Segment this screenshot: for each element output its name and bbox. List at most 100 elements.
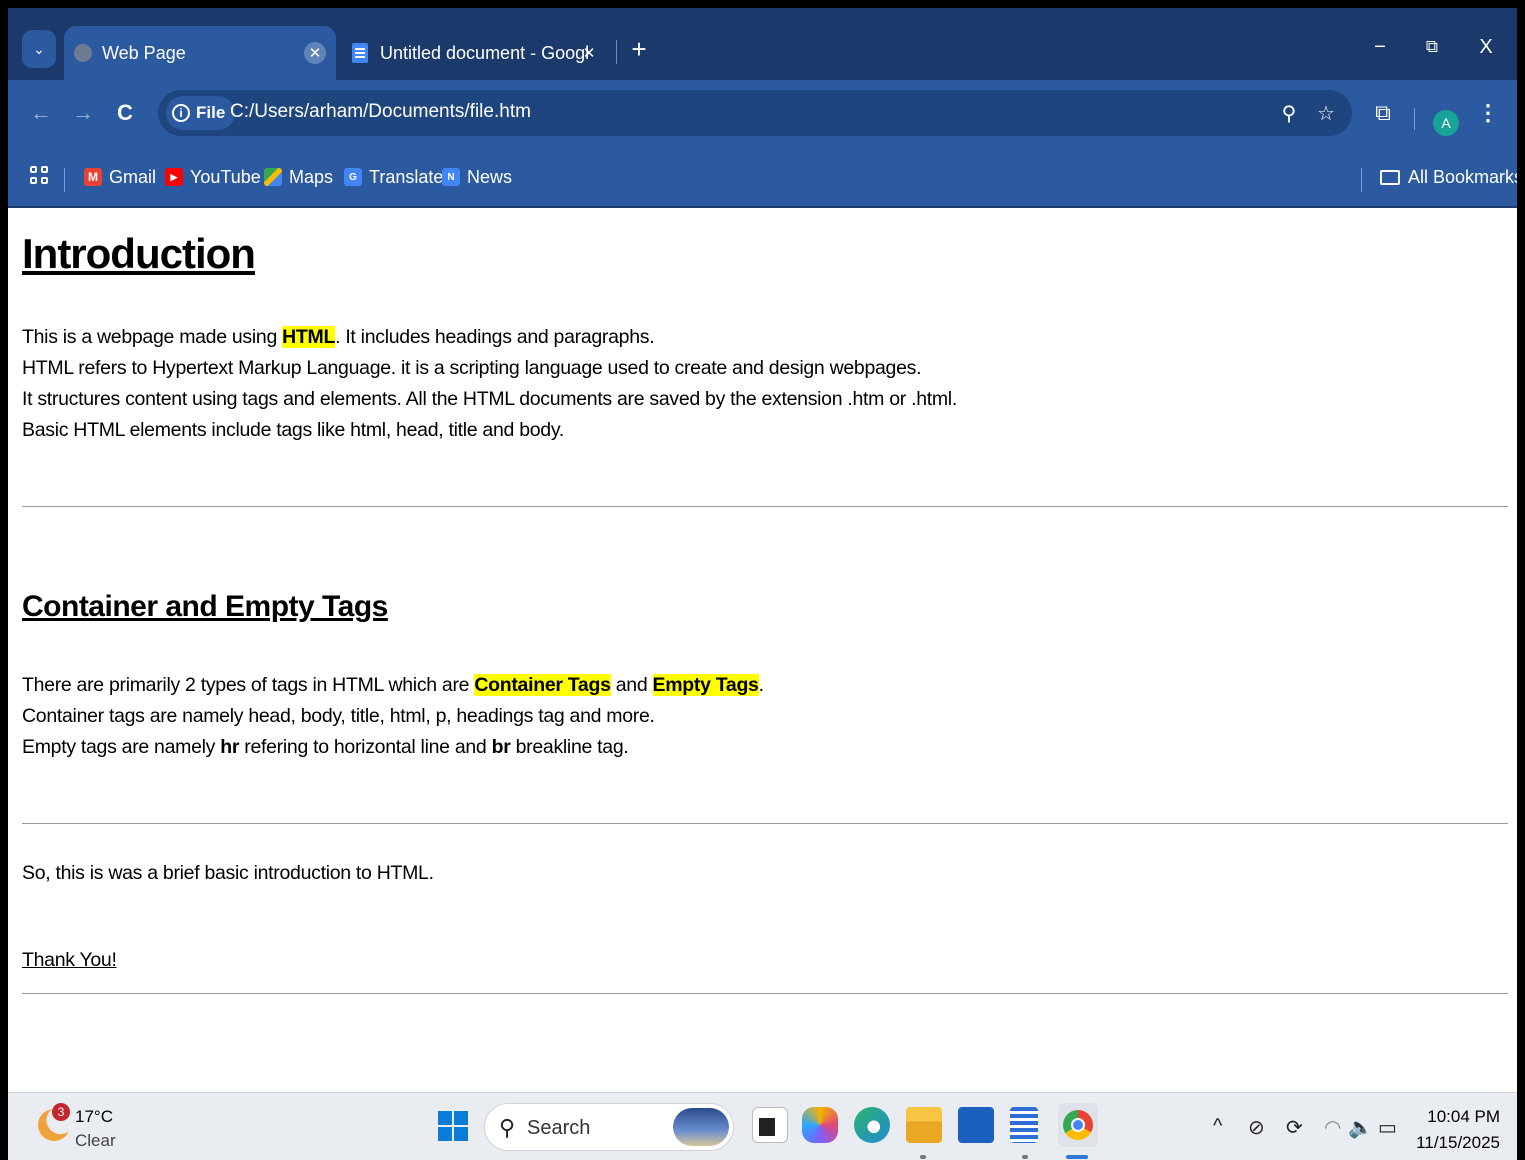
maps-icon (264, 168, 282, 186)
url-text[interactable]: C:/Users/arham/Documents/file.htm (230, 101, 531, 123)
phone-link-icon[interactable]: ⟳ (1286, 1115, 1303, 1140)
horizontal-rule (22, 823, 1508, 824)
running-indicator (920, 1155, 926, 1159)
clock-date[interactable]: 11/15/2025 (1408, 1133, 1500, 1153)
bookmark-youtube[interactable]: ▶ YouTube (165, 164, 261, 190)
closing-paragraph: So, this is was a brief basic introducti… (22, 862, 434, 884)
search-highlight-image (673, 1108, 729, 1146)
bookmark-label: YouTube (190, 166, 261, 187)
reload-button[interactable]: C (108, 96, 142, 130)
search-label: Search (527, 1117, 591, 1139)
tags-line-2: Container tags are namely head, body, ti… (22, 705, 655, 727)
microsoft-store-icon[interactable] (958, 1107, 994, 1143)
close-tab-icon[interactable]: ✕ (304, 42, 326, 64)
horizontal-rule (22, 993, 1508, 994)
gmail-icon: M (84, 168, 102, 186)
intro-line-2: HTML refers to Hypertext Markup Language… (22, 357, 922, 379)
minimize-button[interactable]: − (1360, 32, 1400, 62)
weather-badge: 3 (52, 1103, 70, 1121)
battery-icon[interactable]: ▭ (1378, 1115, 1397, 1140)
windows-taskbar: 3 17°C Clear ⚲ Search ^ ⊘ ⟳ ◠ 🔈 ▭ 10:04 … (8, 1092, 1517, 1160)
extensions-icon[interactable]: ⧉ (1366, 96, 1400, 130)
bookmark-gmail[interactable]: M Gmail (84, 164, 156, 190)
br-bold: br (491, 736, 511, 758)
bookmark-star-icon[interactable]: ☆ (1313, 100, 1339, 126)
tags-line-3: Empty tags are namely hr refering to hor… (22, 732, 764, 763)
notepad-icon[interactable] (1010, 1107, 1038, 1143)
text: . (758, 674, 764, 696)
container-tags-highlight: Container Tags (474, 674, 611, 696)
tab-divider (616, 40, 617, 64)
search-icon: ⚲ (499, 1115, 516, 1140)
tab-google-docs[interactable]: Untitled document - Google Do ✕ (342, 26, 612, 80)
file-explorer-icon[interactable] (906, 1107, 942, 1143)
toolbar-divider (1414, 108, 1415, 130)
apps-grid-icon[interactable] (30, 166, 50, 186)
site-info-chip[interactable]: i File (166, 96, 236, 130)
horizontal-rule (22, 506, 1508, 507)
intro-line-4: Basic HTML elements include tags like ht… (22, 419, 564, 441)
close-tab-icon[interactable]: ✕ (578, 42, 600, 64)
text: There are primarily 2 types of tags in H… (22, 674, 475, 696)
bookmark-label: News (467, 166, 513, 187)
volume-icon[interactable]: 🔈 (1348, 1115, 1373, 1140)
browser-toolbar: ← → C i File C:/Users/arham/Documents/fi… (8, 80, 1517, 146)
hr-bold: hr (220, 736, 240, 758)
all-bookmarks-label: All Bookmarks (1408, 166, 1517, 187)
bookmark-label: Maps (289, 166, 334, 187)
running-indicator (1022, 1155, 1028, 1159)
tab-strip: ⌄ Web Page ✕ Untitled document - Google … (8, 8, 1517, 80)
restore-button[interactable]: ⧉ (1412, 32, 1452, 62)
zoom-icon[interactable]: ⚲ (1276, 100, 1302, 126)
back-button[interactable]: ← (24, 96, 58, 130)
weather-condition[interactable]: Clear (75, 1131, 116, 1151)
active-indicator (1066, 1155, 1088, 1159)
profile-avatar[interactable]: A (1433, 110, 1459, 136)
intro-line-3: It structures content using tags and ele… (22, 388, 957, 410)
close-window-button[interactable]: X (1466, 32, 1506, 62)
wifi-icon[interactable]: ◠ (1324, 1115, 1341, 1140)
tags-paragraph: There are primarily 2 types of tags in H… (22, 670, 764, 763)
all-bookmarks-button[interactable]: All Bookmarks (1380, 164, 1517, 190)
sync-off-icon[interactable]: ⊘ (1248, 1115, 1265, 1140)
show-hidden-icons[interactable]: ^ (1213, 1115, 1222, 1138)
heading-introduction: Introduction (22, 230, 256, 277)
globe-icon (74, 44, 92, 62)
folder-icon (1380, 169, 1400, 185)
forward-button[interactable]: → (66, 96, 100, 130)
text: This is a webpage made using (22, 326, 283, 348)
bookmarks-divider (64, 168, 65, 192)
windows-start-icon[interactable] (438, 1111, 468, 1141)
text: . It includes headings and paragraphs. (335, 326, 655, 348)
browser-window: ⌄ Web Page ✕ Untitled document - Google … (8, 8, 1517, 1160)
tab-label: Web Page (102, 42, 186, 63)
bookmark-translate[interactable]: G Translate (344, 164, 443, 190)
thank-you-text: Thank You! (22, 949, 117, 971)
bookmark-news[interactable]: N News (442, 164, 512, 190)
new-tab-button[interactable]: + (624, 34, 654, 64)
menu-icon[interactable]: ⋮ (1471, 96, 1505, 130)
task-view-icon[interactable] (752, 1107, 788, 1143)
tab-search-button[interactable]: ⌄ (22, 30, 56, 68)
bookmark-label: Gmail (109, 166, 157, 187)
bookmark-maps[interactable]: Maps (264, 164, 333, 190)
page-content: Introduction This is a webpage made usin… (8, 208, 1517, 1092)
empty-tags-highlight: Empty Tags (652, 674, 759, 696)
news-icon: N (442, 168, 460, 186)
text: refering to horizontal line and (239, 736, 492, 758)
text: breakline tag. (510, 736, 629, 758)
address-bar[interactable]: i File C:/Users/arham/Documents/file.htm… (158, 90, 1352, 136)
intro-line-1: This is a webpage made using HTML. It in… (22, 322, 957, 353)
tab-web-page[interactable]: Web Page ✕ (64, 26, 336, 80)
chrome-taskbar-button[interactable] (1058, 1103, 1098, 1147)
tags-line-1: There are primarily 2 types of tags in H… (22, 670, 764, 701)
bookmark-label: Translate (369, 166, 444, 187)
edge-icon[interactable] (854, 1107, 890, 1143)
tab-label: Untitled document - Google Do (380, 42, 590, 63)
google-docs-icon (352, 43, 368, 63)
clock-time[interactable]: 10:04 PM (1418, 1107, 1500, 1127)
copilot-icon[interactable] (802, 1107, 838, 1143)
temperature[interactable]: 17°C (75, 1107, 113, 1127)
intro-paragraph: This is a webpage made using HTML. It in… (22, 322, 957, 446)
taskbar-search[interactable]: ⚲ Search (484, 1103, 734, 1151)
